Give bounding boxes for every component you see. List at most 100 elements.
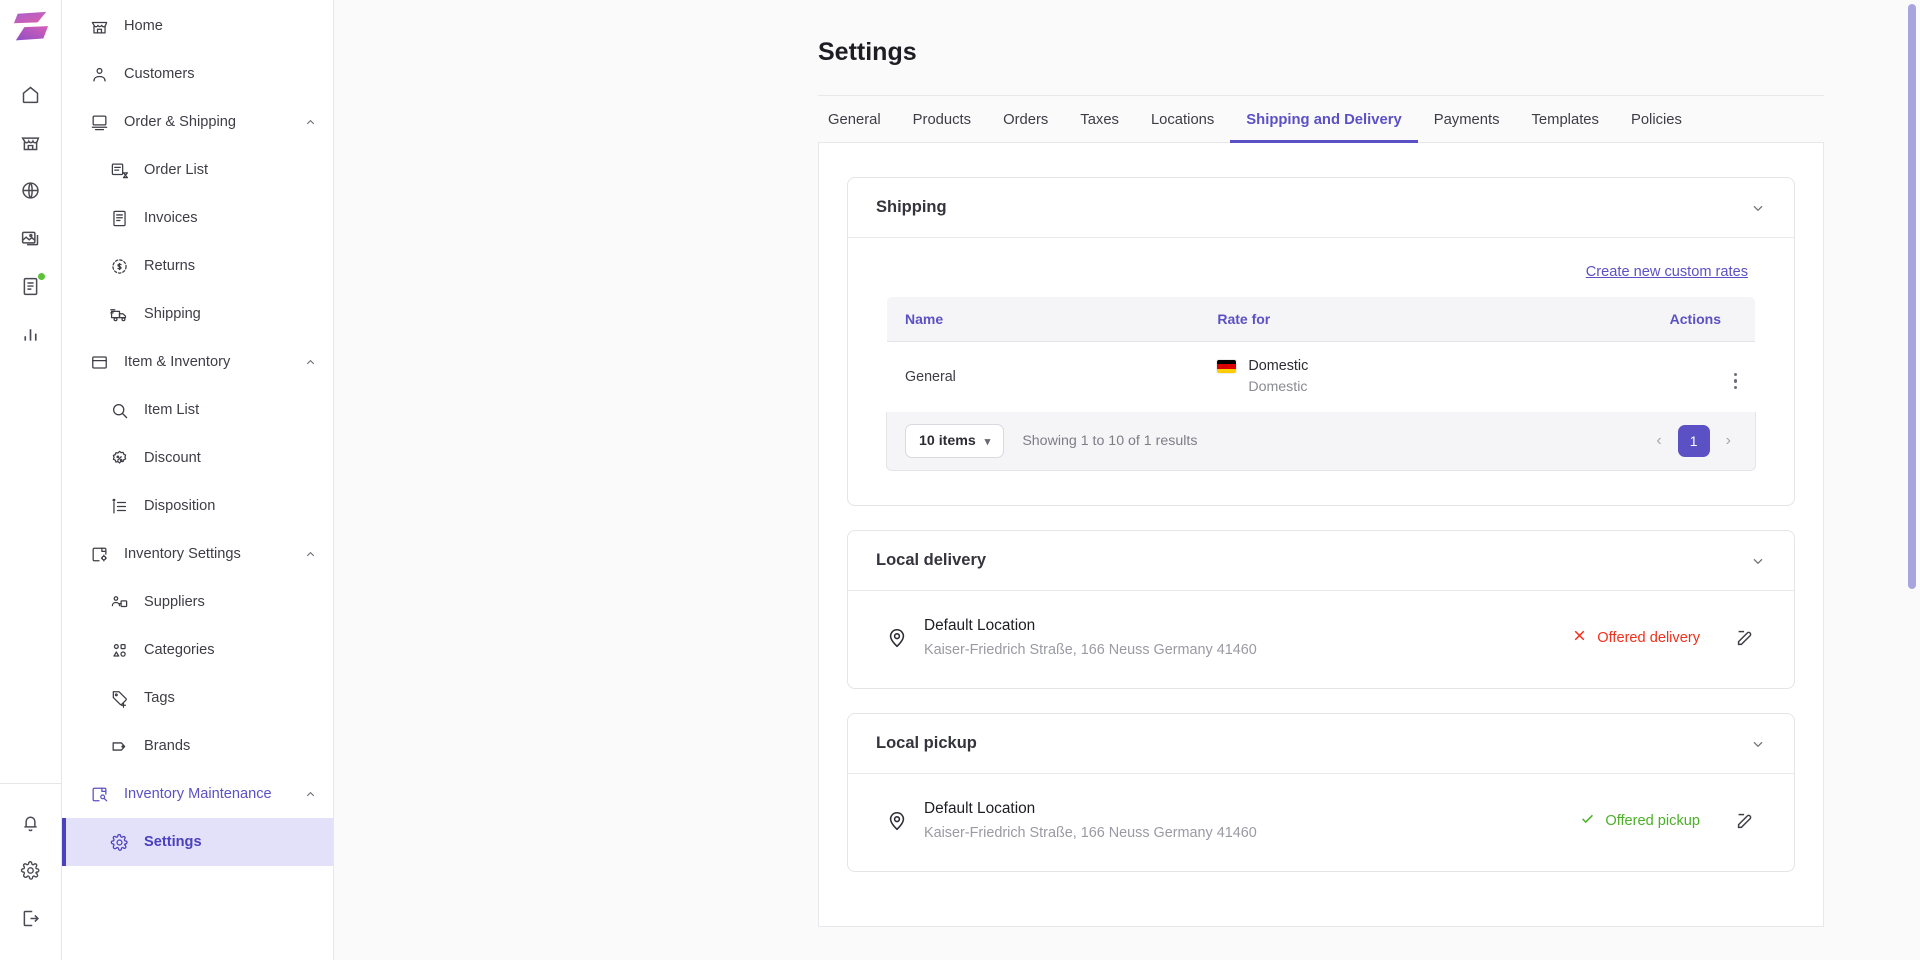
- chevron-up-icon[interactable]: [303, 547, 317, 561]
- gear-icon[interactable]: [9, 846, 53, 894]
- sidebar-item-label: Brands: [144, 738, 191, 754]
- maintenance-icon: [88, 783, 110, 805]
- location-pin-icon: [886, 809, 908, 833]
- sidebar-item-tags[interactable]: Tags: [62, 674, 333, 722]
- bell-icon[interactable]: [9, 798, 53, 846]
- chevron-down-icon[interactable]: [1750, 200, 1766, 216]
- categories-icon: [108, 639, 130, 661]
- shipping-card: Shipping Create new custom rates Name Ra…: [847, 177, 1795, 507]
- sidebar-item-categories[interactable]: Categories: [62, 626, 333, 674]
- create-new-custom-rates-link[interactable]: Create new custom rates: [1586, 264, 1748, 280]
- home-icon[interactable]: [9, 70, 53, 118]
- sidebar-item-item-list[interactable]: Item List: [62, 386, 333, 434]
- sidebar-item-inventory-settings[interactable]: Inventory Settings: [62, 530, 333, 578]
- table-row[interactable]: General Domestic Domestic: [887, 341, 1755, 412]
- store-icon[interactable]: [9, 118, 53, 166]
- page-size-select[interactable]: 10 items ▾: [905, 424, 1005, 459]
- chevron-down-icon[interactable]: [1750, 736, 1766, 752]
- sidebar-item-settings[interactable]: Settings: [62, 818, 333, 866]
- local-pickup-card: Local pickup Default Location Kaiser-Fri…: [847, 713, 1795, 873]
- sidebar-item-invoices[interactable]: Invoices: [62, 194, 333, 242]
- chevron-down-icon[interactable]: [1750, 553, 1766, 569]
- col-rate-for[interactable]: Rate for: [1199, 297, 1634, 342]
- logout-icon[interactable]: [9, 894, 53, 942]
- page-title: Settings: [818, 38, 917, 66]
- tab-policies[interactable]: Policies: [1615, 96, 1698, 142]
- sidebar-item-disposition[interactable]: Disposition: [62, 482, 333, 530]
- local-delivery-status-badge: Offered delivery: [1571, 627, 1700, 648]
- notification-badge: [36, 272, 46, 281]
- chevron-down-icon: ▾: [984, 435, 991, 448]
- sidebar-item-order-list[interactable]: Order List: [62, 146, 333, 194]
- suppliers-icon: [108, 591, 130, 613]
- tab-taxes[interactable]: Taxes: [1064, 96, 1135, 142]
- sidebar-item-discount[interactable]: Discount: [62, 434, 333, 482]
- sidebar-item-customers[interactable]: Customers: [62, 50, 333, 98]
- sidebar-item-label: Returns: [144, 258, 196, 274]
- sidebar-item-label: Shipping: [144, 306, 201, 322]
- sidebar-item-brands[interactable]: Brands: [62, 722, 333, 770]
- local-pickup-status-badge: Offered pickup: [1579, 810, 1700, 831]
- next-page-button[interactable]: ›: [1720, 430, 1737, 452]
- invoice-icon: [108, 207, 130, 229]
- rates-table-body: General Domestic Domestic: [887, 341, 1755, 412]
- col-name[interactable]: Name: [887, 297, 1200, 342]
- search-icon: [108, 399, 130, 421]
- local-delivery-card: Local delivery Default Location Kaiser-F…: [847, 530, 1795, 690]
- sidebar-item-label: Categories: [144, 642, 215, 658]
- tab-templates[interactable]: Templates: [1516, 96, 1615, 142]
- analytics-icon[interactable]: [9, 310, 53, 358]
- col-actions: Actions: [1633, 297, 1755, 342]
- sidebar-item-shipping[interactable]: Shipping: [62, 290, 333, 338]
- discount-icon: [108, 447, 130, 469]
- sidebar-nav: Home Customers Order & Shipping Order List I…: [62, 0, 334, 960]
- sidebar-item-label: Home: [124, 18, 163, 34]
- tag-icon: [108, 735, 130, 757]
- sidebar-item-item-inventory[interactable]: Item & Inventory: [62, 338, 333, 386]
- sidebar-item-label: Item List: [144, 402, 200, 418]
- rate-subtitle: Domestic: [1248, 378, 1308, 395]
- local-pickup-location-address: Kaiser-Friedrich Straße, 166 Neuss Germa…: [924, 825, 1257, 842]
- page-scrollbar[interactable]: [1908, 4, 1916, 589]
- document-icon[interactable]: [9, 262, 53, 310]
- tag-plus-icon: [108, 687, 130, 709]
- globe-icon[interactable]: [9, 166, 53, 214]
- prev-page-button[interactable]: ‹: [1650, 430, 1667, 452]
- local-pickup-header[interactable]: Local pickup: [848, 714, 1794, 775]
- sidebar-item-label: Discount: [144, 450, 201, 466]
- sidebar-item-inventory-maintenance[interactable]: Inventory Maintenance: [62, 770, 333, 818]
- shipping-rates-table: Name Rate for Actions General Domestic D…: [886, 296, 1756, 413]
- tab-shipping-and-delivery[interactable]: Shipping and Delivery: [1230, 96, 1419, 143]
- chevron-up-icon[interactable]: [303, 115, 317, 129]
- local-pickup-location-name: Default Location: [924, 800, 1036, 818]
- sidebar-item-label: Item & Inventory: [124, 354, 231, 370]
- chevron-up-icon[interactable]: [303, 355, 317, 369]
- shipping-card-header[interactable]: Shipping: [848, 178, 1794, 238]
- app-logo[interactable]: [12, 10, 50, 44]
- tab-products[interactable]: Products: [897, 96, 987, 142]
- edit-local-delivery-icon[interactable]: [1734, 627, 1756, 649]
- tab-payments[interactable]: Payments: [1418, 96, 1516, 142]
- local-pickup-status-text: Offered pickup: [1605, 812, 1700, 829]
- cell-actions: [1633, 341, 1755, 412]
- page-1-button[interactable]: 1: [1677, 425, 1710, 458]
- check-icon: [1579, 810, 1596, 831]
- local-delivery-location-address: Kaiser-Friedrich Straße, 166 Neuss Germa…: [924, 642, 1257, 659]
- gear-icon: [108, 831, 130, 853]
- sidebar-item-returns[interactable]: Returns: [62, 242, 333, 290]
- sidebar-item-home[interactable]: Home: [62, 2, 333, 50]
- images-icon[interactable]: [9, 214, 53, 262]
- rates-header-row: Name Rate for Actions: [887, 297, 1755, 342]
- edit-local-pickup-icon[interactable]: [1734, 810, 1756, 832]
- sidebar-item-label: Invoices: [144, 210, 198, 226]
- row-menu-icon[interactable]: [1733, 372, 1737, 390]
- local-delivery-location-name: Default Location: [924, 617, 1036, 635]
- tab-orders[interactable]: Orders: [987, 96, 1064, 142]
- tab-locations[interactable]: Locations: [1135, 96, 1230, 142]
- sidebar-item-suppliers[interactable]: Suppliers: [62, 578, 333, 626]
- tab-general[interactable]: General: [818, 96, 897, 142]
- sidebar-item-order-shipping[interactable]: Order & Shipping: [62, 98, 333, 146]
- local-delivery-header[interactable]: Local delivery: [848, 531, 1794, 592]
- inventory-settings-icon: [88, 543, 110, 565]
- chevron-up-icon[interactable]: [303, 787, 317, 801]
